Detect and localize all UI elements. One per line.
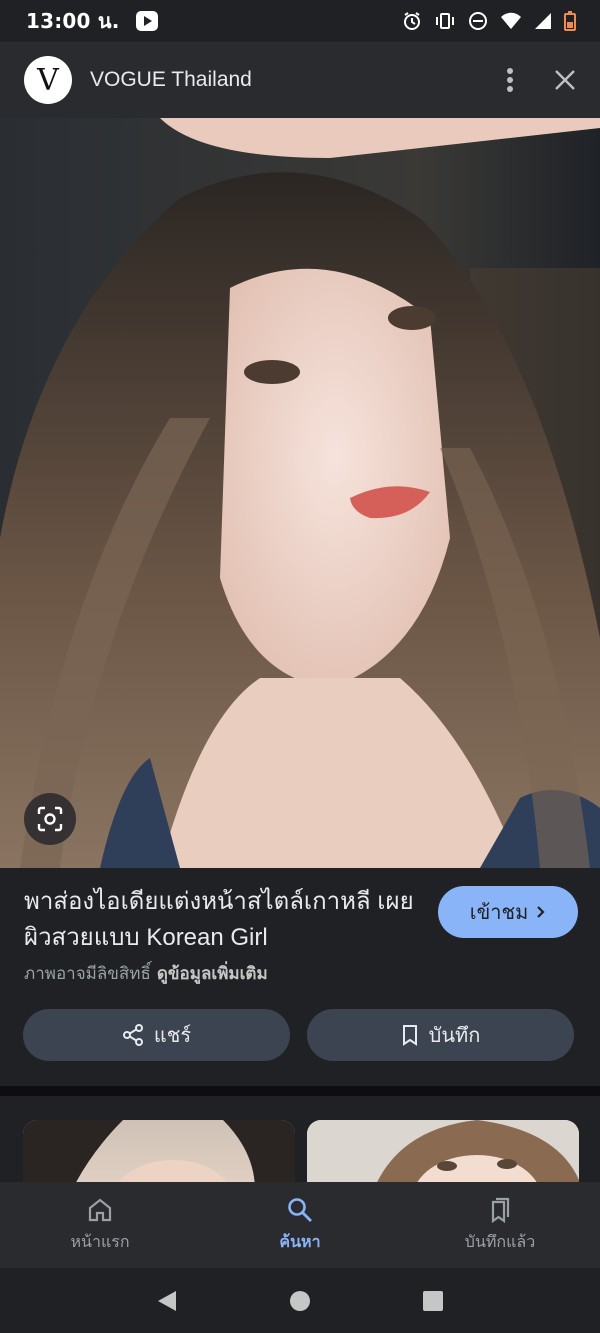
recents-icon[interactable] xyxy=(422,1290,444,1312)
visit-label: เข้าชม xyxy=(469,902,529,924)
nav-item-home[interactable]: หน้าแรก xyxy=(0,1182,200,1268)
battery-icon xyxy=(564,11,576,31)
section-divider xyxy=(0,1086,600,1096)
saved-icon xyxy=(491,1197,510,1223)
do-not-disturb-icon xyxy=(469,12,487,30)
share-icon xyxy=(122,1024,143,1046)
related-images xyxy=(0,1096,600,1182)
bookmark-icon xyxy=(402,1025,417,1046)
status-icons xyxy=(402,11,576,31)
save-button[interactable]: บันทึก xyxy=(307,1009,574,1061)
home-button-icon[interactable] xyxy=(289,1290,311,1312)
search-icon xyxy=(288,1197,312,1222)
more-options-icon[interactable] xyxy=(506,67,514,93)
nav-label-search: ค้นหา xyxy=(279,1233,321,1251)
vogue-logo[interactable]: V xyxy=(24,56,72,104)
result-title: พาส่องไอเดียแต่งหน้าสไตล์เกาหลี เผยผิวสว… xyxy=(24,888,414,951)
visit-button[interactable]: เข้าชม xyxy=(438,886,578,938)
alarm-icon xyxy=(404,12,420,30)
back-icon[interactable] xyxy=(156,1289,178,1313)
nav-label-home: หน้าแรก xyxy=(70,1233,130,1251)
save-label: บันทึก xyxy=(428,1025,481,1047)
bottom-navigation: หน้าแรก ค้นหา บันทึกแล้ว xyxy=(0,1182,600,1268)
share-label: แชร์ xyxy=(153,1025,192,1047)
source-header: V VOGUE Thailand xyxy=(0,42,600,118)
result-info-panel: พาส่องไอเดียแต่งหน้าสไตล์เกาหลี เผยผิวสว… xyxy=(0,868,600,1086)
related-image-thumbnail[interactable] xyxy=(23,1120,295,1182)
system-navigation xyxy=(0,1268,600,1333)
share-button[interactable]: แชร์ xyxy=(23,1009,290,1061)
nav-item-saved[interactable]: บันทึกแล้ว xyxy=(400,1182,600,1268)
more-info-link[interactable]: ดูข้อมูลเพิ่มเติม xyxy=(157,964,268,983)
google-lens-button[interactable] xyxy=(24,793,76,845)
vibrate-icon xyxy=(436,13,454,29)
copyright-text: ภาพอาจมีลิขสิทธิ์ xyxy=(24,964,151,983)
close-icon[interactable] xyxy=(554,69,576,91)
nav-item-search[interactable]: ค้นหา xyxy=(200,1182,400,1268)
home-icon xyxy=(88,1198,112,1221)
nav-label-saved: บันทึกแล้ว xyxy=(464,1233,536,1251)
chevron-right-icon xyxy=(537,906,545,918)
signal-icon xyxy=(535,13,551,29)
portrait-illustration xyxy=(0,118,600,868)
status-time: 13:00 น. xyxy=(26,9,120,33)
result-image[interactable] xyxy=(0,118,600,868)
status-bar: 13:00 น. xyxy=(0,0,600,42)
copyright-notice: ภาพอาจมีลิขสิทธิ์ ดูข้อมูลเพิ่มเติม xyxy=(24,960,268,987)
youtube-notification-icon xyxy=(135,11,158,31)
lens-icon xyxy=(37,806,63,832)
site-name[interactable]: VOGUE Thailand xyxy=(90,68,252,92)
related-image-thumbnail[interactable] xyxy=(307,1120,579,1182)
wifi-icon xyxy=(501,12,521,29)
